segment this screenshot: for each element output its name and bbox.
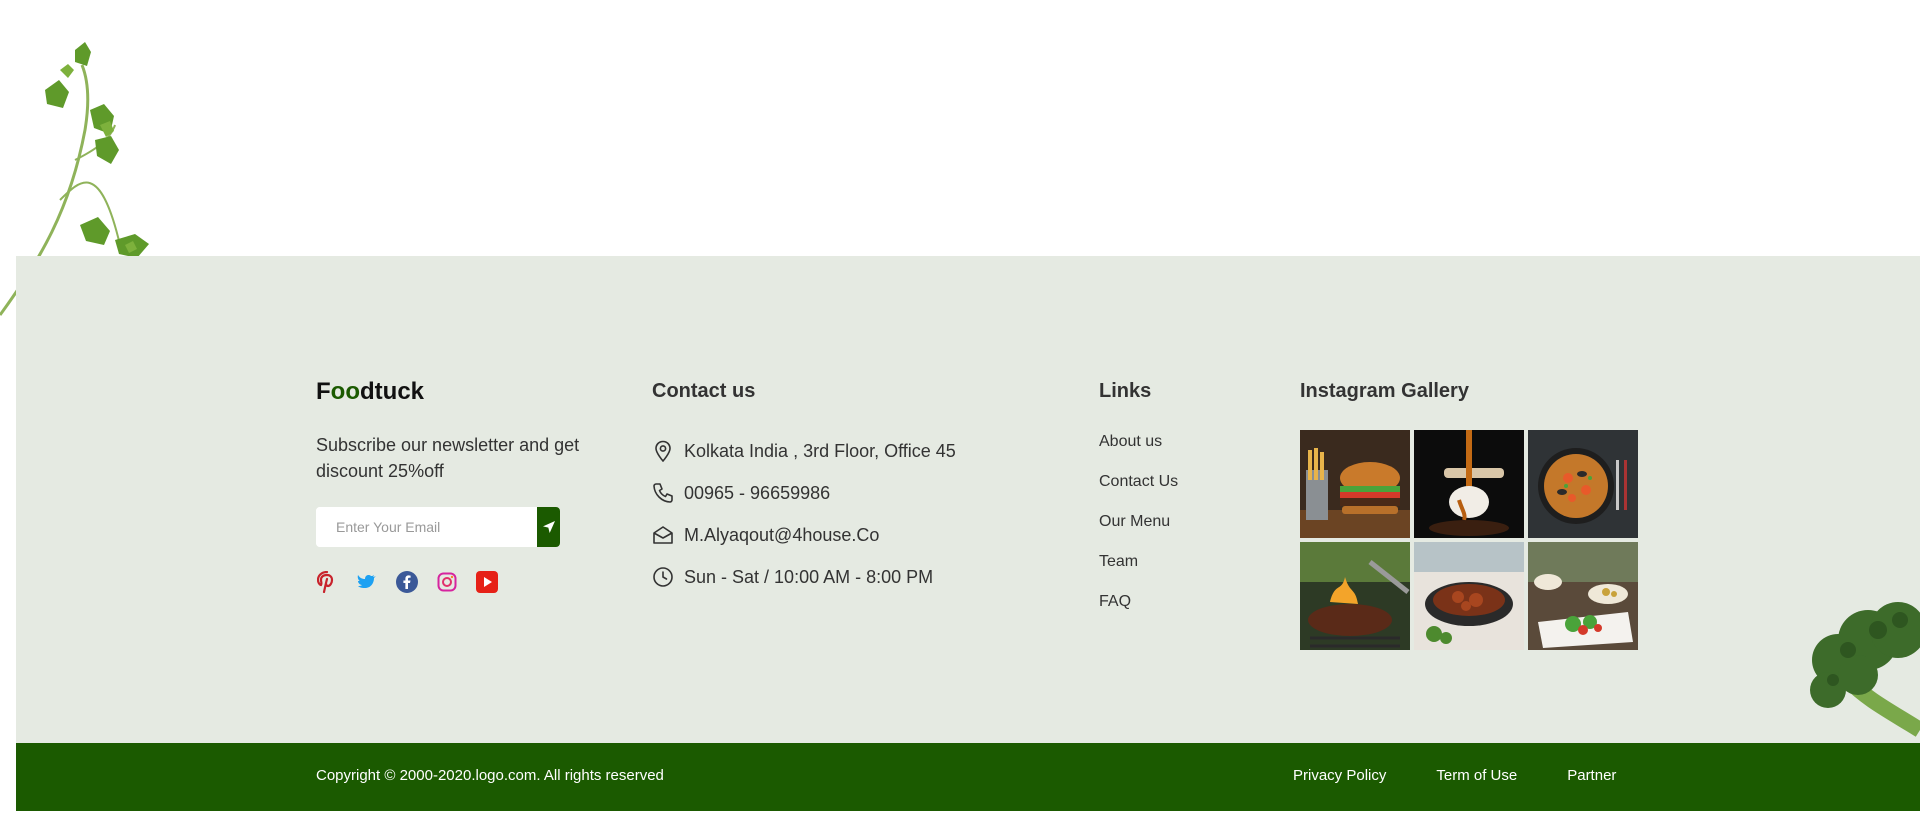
email-input[interactable] [316, 507, 537, 547]
link-our-menu[interactable]: Our Menu [1099, 508, 1178, 548]
pinterest-icon[interactable] [316, 571, 338, 593]
contact-phone: 00965 - 96659986 [652, 472, 956, 514]
address-text: Kolkata India , 3rd Floor, Office 45 [684, 440, 956, 461]
email-text[interactable]: M.Alyaqout@4house.Co [684, 525, 879, 546]
subscribe-button[interactable] [537, 507, 560, 547]
contact-email: M.Alyaqout@4house.Co [652, 514, 956, 556]
broccoli-decoration [1810, 602, 1920, 737]
copyright-text: Copyright © 2000-2020.logo.com. All righ… [316, 767, 664, 784]
logo-prefix: F [316, 378, 331, 405]
partner-link[interactable]: Partner [1567, 767, 1616, 784]
newsletter-form [316, 507, 560, 547]
bottom-bar: Copyright © 2000-2020.logo.com. All righ… [16, 743, 1920, 811]
instagram-icon[interactable] [436, 571, 458, 593]
twitter-icon[interactable] [356, 571, 378, 593]
logo-suffix: dtuck [360, 378, 425, 405]
legal-links: Privacy Policy Term of Use Partner [1293, 767, 1616, 784]
newsletter-text: Subscribe our newsletter and get discoun… [316, 435, 580, 481]
phone-icon [652, 482, 674, 504]
brand-logo[interactable]: Foodtuck [316, 378, 424, 406]
envelope-icon [652, 524, 674, 546]
hours-text: Sun - Sat / 10:00 AM - 8:00 PM [684, 566, 934, 587]
clock-icon [652, 566, 674, 588]
contact-hours: Sun - Sat / 10:00 AM - 8:00 PM [652, 556, 956, 598]
link-faq[interactable]: FAQ [1099, 588, 1178, 628]
privacy-policy-link[interactable]: Privacy Policy [1293, 767, 1386, 784]
logo-accent: oo [330, 378, 360, 405]
instagram-gallery [1300, 430, 1638, 650]
link-team[interactable]: Team [1099, 548, 1178, 588]
youtube-icon[interactable] [476, 571, 498, 593]
link-contact-us[interactable]: Contact Us [1099, 468, 1178, 508]
gallery-heading: Instagram Gallery [1300, 380, 1469, 402]
location-pin-icon [652, 440, 674, 462]
phone-text[interactable]: 00965 - 96659986 [684, 483, 830, 504]
gallery-image-braised-dish[interactable] [1414, 542, 1524, 650]
gallery-image-burger[interactable] [1300, 430, 1410, 538]
gallery-image-paella[interactable] [1528, 430, 1638, 538]
gallery-image-dessert[interactable] [1414, 430, 1524, 538]
link-about-us[interactable]: About us [1099, 428, 1178, 468]
gallery-image-salad[interactable] [1528, 542, 1638, 650]
social-links [316, 571, 498, 593]
facebook-icon[interactable] [396, 571, 418, 593]
gallery-image-steak[interactable] [1300, 542, 1410, 650]
contact-list: Kolkata India , 3rd Floor, Office 45 009… [652, 430, 956, 598]
terms-of-use-link[interactable]: Term of Use [1436, 767, 1517, 784]
send-icon [542, 521, 555, 533]
contact-address: Kolkata India , 3rd Floor, Office 45 [652, 430, 956, 472]
contact-heading: Contact us [652, 380, 756, 402]
links-list: About us Contact Us Our Menu Team FAQ [1099, 428, 1178, 628]
links-heading: Links [1099, 380, 1152, 402]
